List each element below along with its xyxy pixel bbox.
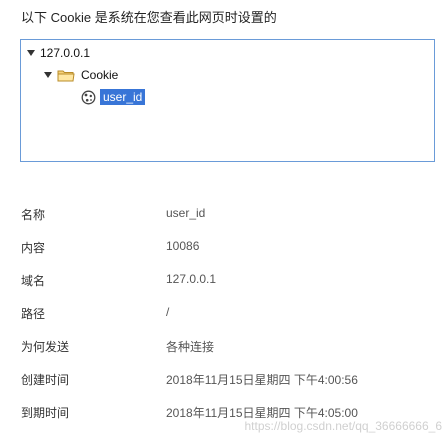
detail-value: 127.0.0.1 (166, 272, 217, 286)
triangle-down-icon[interactable] (27, 50, 35, 56)
tree-item-host[interactable]: 127.0.0.1 (27, 44, 90, 62)
detail-row-created: 创建时间 2018年11月15日星期四 下午4:00:56 (0, 368, 448, 388)
tree-item-folder[interactable]: Cookie (44, 66, 118, 84)
detail-row-name: 名称 user_id (0, 203, 448, 223)
detail-value: 各种连接 (166, 340, 215, 354)
cookie-icon (81, 90, 96, 105)
detail-key: 创建时间 (21, 373, 70, 387)
detail-key: 到期时间 (21, 406, 70, 420)
triangle-down-icon[interactable] (44, 72, 52, 78)
detail-key: 域名 (21, 274, 46, 288)
watermark: https://blog.csdn.net/qq_36666666_6 (244, 419, 443, 433)
detail-value: 10086 (166, 239, 200, 253)
detail-value: 2018年11月15日星期四 下午4:00:56 (166, 373, 358, 387)
detail-key: 名称 (21, 208, 46, 222)
detail-key: 内容 (21, 241, 46, 255)
tree-item-cookie[interactable]: user_id (81, 88, 146, 106)
detail-key: 为何发送 (21, 340, 70, 354)
detail-row-send-reason: 为何发送 各种连接 (0, 335, 448, 355)
detail-key: 路径 (21, 307, 46, 321)
detail-row-domain: 域名 127.0.0.1 (0, 269, 448, 289)
tree-item-cookie-label: user_id (100, 89, 146, 105)
detail-row-expires: 到期时间 2018年11月15日星期四 下午4:05:00 (0, 401, 448, 421)
cookie-tree[interactable]: 127.0.0.1 Cookie user_id (20, 39, 435, 162)
dialog-heading: 以下 Cookie 是系统在您查看此网页时设置的 (21, 10, 277, 25)
detail-row-path: 路径 / (0, 302, 448, 322)
tree-item-host-label: 127.0.0.1 (40, 46, 91, 60)
tree-item-folder-label: Cookie (81, 68, 119, 82)
detail-row-content: 内容 10086 (0, 236, 448, 256)
detail-value: / (166, 305, 170, 319)
folder-icon (57, 69, 75, 82)
detail-value: user_id (166, 206, 206, 220)
